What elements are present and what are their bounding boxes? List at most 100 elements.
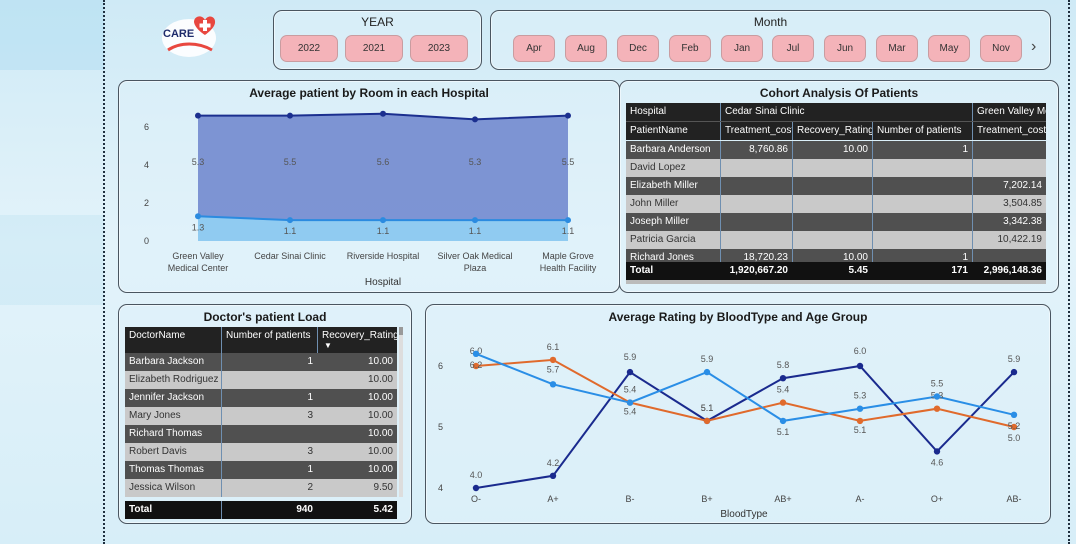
line-point[interactable] xyxy=(856,362,864,370)
header-cell[interactable]: DoctorName xyxy=(125,327,221,353)
sort-header[interactable]: Recovery_Rating ▼ xyxy=(317,327,397,353)
cohort-col-header: PatientName Treatment_cost Recovery_Rati… xyxy=(626,121,1046,140)
line-point[interactable] xyxy=(549,472,557,479)
area-point-bottom[interactable] xyxy=(195,213,201,220)
header-cell[interactable]: Number of patients xyxy=(221,327,317,353)
table-row[interactable]: Patricia Garcia 10,422.19 xyxy=(626,231,1046,249)
line-point[interactable] xyxy=(933,448,941,455)
line-point[interactable] xyxy=(549,356,557,364)
table-row[interactable]: Mary Jones 3 10.00 xyxy=(125,407,397,425)
table-row[interactable]: Jennifer Jackson 1 10.00 xyxy=(125,389,397,407)
line-point[interactable] xyxy=(1010,368,1018,376)
year-2023-button[interactable]: 2023 xyxy=(410,35,468,62)
table-row[interactable]: Richard Thomas 10.00 xyxy=(125,425,397,443)
line-point[interactable] xyxy=(779,417,787,425)
table-cell xyxy=(872,213,972,231)
table-row[interactable]: Barbara Jackson 1 10.00 xyxy=(125,353,397,371)
area-point-top[interactable] xyxy=(380,110,386,117)
area-point-bottom[interactable] xyxy=(287,217,293,224)
x-tick-label: AB+ xyxy=(774,494,791,504)
bg-tile xyxy=(0,215,104,305)
chevron-right-icon[interactable]: › xyxy=(1031,38,1036,56)
data-label: 5.5 xyxy=(562,157,575,167)
year-2021-button[interactable]: 2021 xyxy=(345,35,403,62)
month-mar-button[interactable]: Mar xyxy=(876,35,918,62)
month-dec-button[interactable]: Dec xyxy=(617,35,659,62)
blood-chart-card: Average Rating by BloodType and Age Grou… xyxy=(425,304,1051,524)
table-row[interactable]: Robert Davis 3 10.00 xyxy=(125,443,397,461)
area-point-top[interactable] xyxy=(195,112,201,119)
room-x-axis-label: Hospital xyxy=(365,277,401,288)
table-cell: 1 xyxy=(221,353,317,371)
vertical-scrollbar[interactable] xyxy=(399,327,403,497)
x-tick-label: B- xyxy=(626,494,635,504)
line-point[interactable] xyxy=(933,393,941,400)
header-cell[interactable]: PatientName xyxy=(626,122,720,140)
line-point[interactable] xyxy=(626,399,634,406)
line-point[interactable] xyxy=(626,368,634,376)
area-point-top[interactable] xyxy=(565,112,571,119)
table-cell xyxy=(872,177,972,195)
line-point[interactable] xyxy=(472,484,480,492)
area-point-top[interactable] xyxy=(472,116,478,123)
year-2022-button[interactable]: 2022 xyxy=(280,35,338,62)
month-jun-button[interactable]: Jun xyxy=(824,35,866,62)
month-jul-button[interactable]: Jul xyxy=(772,35,814,62)
table-cell: 3,504.85 xyxy=(972,195,1046,213)
table-cell xyxy=(792,195,872,213)
line-point[interactable] xyxy=(703,417,711,425)
table-cell: Jessica Wilson xyxy=(129,482,196,493)
y-tick-label: 2 xyxy=(144,198,149,208)
line-point[interactable] xyxy=(549,381,557,388)
table-row[interactable]: David Lopez xyxy=(626,159,1046,177)
line-point[interactable] xyxy=(1010,411,1018,418)
header-cell[interactable]: Recovery_Rating xyxy=(792,122,872,140)
data-label: 5.3 xyxy=(469,157,482,167)
y-tick-label: 5 xyxy=(438,422,443,432)
area-point-bottom[interactable] xyxy=(472,217,478,224)
header-cell: Hospital xyxy=(630,106,667,117)
month-feb-button[interactable]: Feb xyxy=(669,35,711,62)
table-cell xyxy=(792,159,872,177)
table-row[interactable]: Barbara Anderson 8,760.86 10.00 1 xyxy=(626,141,1046,159)
doctor-table[interactable]: DoctorName Number of patients Recovery_R… xyxy=(125,327,397,497)
sort-desc-icon[interactable]: ▼ xyxy=(324,337,332,353)
month-jan-button[interactable]: Jan xyxy=(721,35,763,62)
table-row[interactable]: Elizabeth Rodriguez 10.00 xyxy=(125,371,397,389)
area-point-bottom[interactable] xyxy=(380,217,386,224)
table-cell: 10.00 xyxy=(367,464,393,475)
table-row[interactable]: Thomas Thomas 1 10.00 xyxy=(125,461,397,479)
month-may-button[interactable]: May xyxy=(928,35,970,62)
data-label: 5.6 xyxy=(377,157,390,167)
table-cell: 10.00 xyxy=(367,410,393,421)
line-point[interactable] xyxy=(856,417,864,425)
table-row[interactable]: Jessica Wilson 2 9.50 xyxy=(125,479,397,497)
header-cell[interactable]: Number of patients xyxy=(872,122,972,140)
cohort-table[interactable]: Hospital Cedar Sinai Clinic Green Valley… xyxy=(626,103,1046,283)
x-tick-label: Medical Center xyxy=(168,263,229,273)
data-label: 5.4 xyxy=(624,407,637,417)
line-point[interactable] xyxy=(856,405,864,412)
table-cell xyxy=(792,213,872,231)
y-tick-label: 6 xyxy=(144,122,149,132)
month-apr-button[interactable]: Apr xyxy=(513,35,555,62)
area-point-bottom[interactable] xyxy=(565,217,571,224)
table-cell: John Miller xyxy=(630,198,679,209)
table-row[interactable]: John Miller 3,504.85 xyxy=(626,195,1046,213)
table-cell: Elizabeth Miller xyxy=(630,180,698,191)
line-point[interactable] xyxy=(472,350,480,357)
table-cell: 3 xyxy=(221,443,317,461)
area-point-top[interactable] xyxy=(287,112,293,119)
table-row[interactable]: Elizabeth Miller 7,202.14 xyxy=(626,177,1046,195)
horizontal-scrollbar[interactable] xyxy=(626,280,1046,284)
line-point[interactable] xyxy=(703,368,711,376)
header-cell[interactable]: Treatment_cost xyxy=(720,122,792,140)
header-cell[interactable]: Treatment_cost xyxy=(972,122,1046,140)
line-point[interactable] xyxy=(779,375,787,382)
month-nov-button[interactable]: Nov xyxy=(980,35,1022,62)
line-point[interactable] xyxy=(933,405,941,412)
data-label: 5.0 xyxy=(1008,433,1021,443)
table-row[interactable]: Joseph Miller 3,342.38 xyxy=(626,213,1046,231)
month-aug-button[interactable]: Aug xyxy=(565,35,607,62)
line-point[interactable] xyxy=(779,399,787,406)
